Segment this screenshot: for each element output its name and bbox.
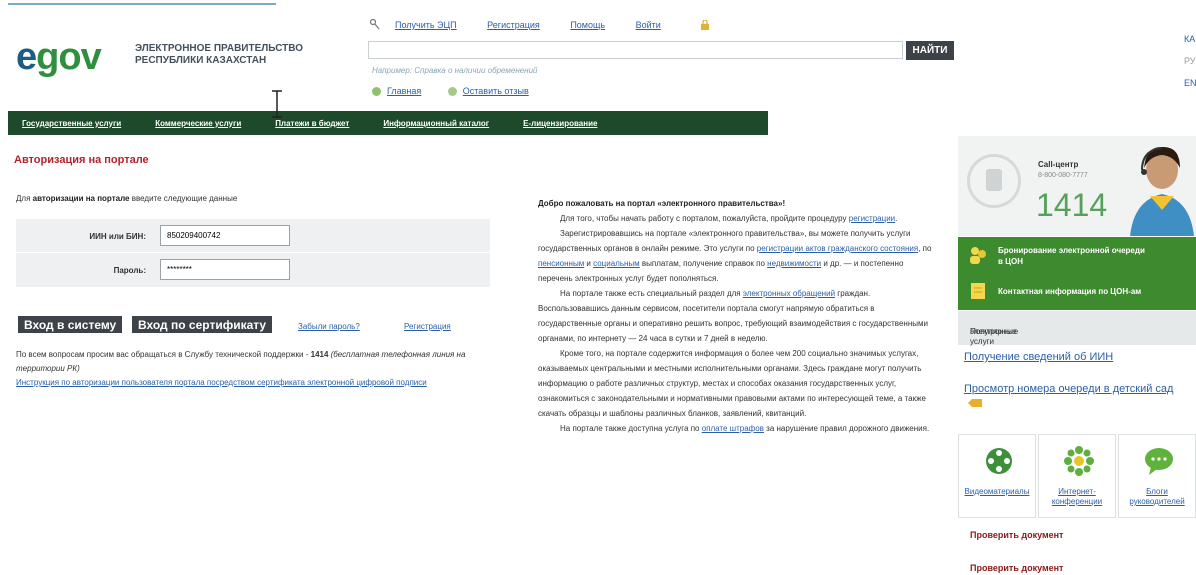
form-divider [16, 252, 490, 253]
home-icon [372, 87, 381, 97]
link-registration[interactable]: Регистрация [487, 20, 540, 30]
popular-services-header: Популярные электронные услуги [958, 311, 1196, 346]
key-icon [370, 19, 380, 30]
callcenter-number: 8-800-080-7777 [1038, 172, 1088, 179]
film-reel-icon [986, 448, 1012, 474]
search-button[interactable]: НАЙТИ [906, 41, 954, 60]
callcenter-title: Call-центр [1038, 160, 1079, 169]
search-input[interactable] [368, 41, 903, 59]
media-tiles: Видеоматериалы Интернет-конференции Блог… [958, 434, 1196, 518]
booking-line2: в ЦОН [998, 257, 1023, 266]
logo-caption: ЭЛЕКТРОННОЕ ПРАВИТЕЛЬСТВО РЕСПУБЛИКИ КАЗ… [135, 43, 303, 67]
logo-caption-line2: РЕСПУБЛИКИ КАЗАХСТАН [135, 55, 267, 66]
welcome-p4: Кроме того, на портале содержится информ… [538, 349, 926, 418]
link-social[interactable]: социальным [593, 259, 640, 268]
phone-icon [967, 154, 1021, 208]
nav-commercial-services[interactable]: Коммерческие услуги [155, 119, 241, 128]
welcome-p2: Зарегистрировавшись на портале «электрон… [538, 229, 932, 283]
document-icon [971, 283, 985, 299]
link-feedback[interactable]: Оставить отзыв [463, 86, 529, 96]
support-note: По всем вопросам просим вас обращаться в… [16, 350, 466, 373]
link-e-appeals[interactable]: электронных обращений [743, 289, 835, 298]
auth-intro: Для авторизации на портале введите следу… [16, 194, 238, 203]
register-link[interactable]: Регистрация [404, 322, 451, 331]
forgot-password-link[interactable]: Забыли пароль? [298, 322, 360, 331]
lock-icon [701, 20, 709, 30]
iin-field[interactable] [160, 225, 290, 246]
nav-gov-services[interactable]: Государственные услуги [22, 119, 121, 128]
welcome-p3: На портале также есть специальный раздел… [538, 289, 928, 343]
language-switcher: КА РУ EN [1184, 28, 1196, 94]
password-label: Пароль: [113, 266, 146, 275]
welcome-text: Добро пожаловать на портал «электронного… [538, 196, 938, 436]
tile-conferences[interactable]: Интернет-конференции [1038, 434, 1116, 518]
egov-logo[interactable]: egov [16, 36, 102, 79]
sub-links: Главная Оставить отзыв [372, 86, 553, 97]
instruction-link[interactable]: Инструкция по авторизации пользователя п… [16, 378, 427, 387]
con-contacts-button[interactable]: Контактная информация по ЦОН-ам [958, 273, 1196, 310]
lang-en[interactable]: EN [1184, 72, 1196, 94]
text-cursor-icon [272, 90, 282, 118]
link-help[interactable]: Помощь [570, 20, 605, 30]
login-form: ИИН или БИН: Пароль: [16, 219, 490, 287]
link-fines[interactable]: оплате штрафов [702, 424, 764, 433]
welcome-p5: На портале также доступна услуга по опла… [560, 424, 930, 433]
tile-video-label[interactable]: Видеоматериалы [959, 487, 1035, 497]
popular-link-kindergarten[interactable]: Просмотр номера очереди в детский сад [964, 383, 1173, 395]
page-title: Авторизация на портале [14, 154, 149, 166]
logo-gov: gov [36, 36, 102, 78]
cert-login-button[interactable]: Вход по сертификату [132, 316, 273, 333]
link-registration-procedure[interactable]: регистрации [849, 214, 895, 223]
flower-icon [1064, 446, 1094, 476]
nav-info-catalog[interactable]: Информационный каталог [383, 119, 489, 128]
lang-ru[interactable]: РУ [1184, 50, 1196, 72]
callcenter-short-number: 1414 [1036, 187, 1108, 223]
con-contacts-label: Контактная информация по ЦОН-ам [998, 287, 1142, 296]
password-row: Пароль: [16, 255, 490, 287]
instruction-link-wrap: Инструкция по авторизации пользователя п… [16, 376, 496, 390]
login-button[interactable]: Вход в систему [18, 316, 123, 333]
link-realty[interactable]: недвижимости [767, 259, 821, 268]
popular-link-iin[interactable]: Получение сведений об ИИН [964, 351, 1113, 363]
logo-caption-line1: ЭЛЕКТРОННОЕ ПРАВИТЕЛЬСТВО [135, 43, 304, 54]
link-home[interactable]: Главная [387, 86, 421, 96]
search-hint: Например: Справка о наличии обременений [372, 66, 538, 75]
link-get-eds[interactable]: Получить ЭЦП [395, 20, 457, 30]
iin-row: ИИН или БИН: [16, 221, 490, 253]
main-nav: Государственные услуги Коммерческие услу… [8, 111, 768, 135]
tile-blogs[interactable]: Блоги руководителей [1118, 434, 1196, 518]
feedback-icon [447, 87, 457, 97]
link-pension[interactable]: пенсионным [538, 259, 584, 268]
operator-photo [1130, 146, 1194, 236]
booking-line1: Бронирование электронной очереди [998, 246, 1145, 255]
booking-queue-button[interactable]: Бронирование электронной очереди в ЦОН [958, 237, 1196, 274]
nav-e-licensing[interactable]: Е-лицензирование [523, 119, 597, 128]
link-civil-acts[interactable]: регистрации актов гражданского состояния [757, 244, 918, 253]
top-border [0, 0, 1196, 5]
logo-e: e [16, 36, 37, 78]
nav-budget-payments[interactable]: Платежи в бюджет [275, 119, 349, 128]
welcome-title: Добро пожаловать на портал «электронного… [538, 199, 786, 208]
password-field[interactable] [160, 259, 290, 280]
iin-label: ИИН или БИН: [89, 232, 146, 241]
check-document-link-2[interactable]: Проверить документ [970, 563, 1063, 573]
pencil-icon [968, 399, 982, 407]
tile-blogs-label[interactable]: Блоги руководителей [1119, 487, 1195, 507]
tile-video[interactable]: Видеоматериалы [958, 434, 1036, 518]
top-links: Получить ЭЦП Регистрация Помощь Войти [395, 20, 689, 30]
chat-bubble-icon [1145, 448, 1173, 475]
lang-kz[interactable]: КА [1184, 28, 1196, 50]
tile-conferences-label[interactable]: Интернет-конференции [1039, 487, 1115, 507]
check-document-link-1[interactable]: Проверить документ [970, 530, 1063, 540]
link-login[interactable]: Войти [636, 20, 661, 30]
people-icon [970, 247, 986, 264]
welcome-p1: Для того, чтобы начать работу с порталом… [560, 214, 898, 223]
